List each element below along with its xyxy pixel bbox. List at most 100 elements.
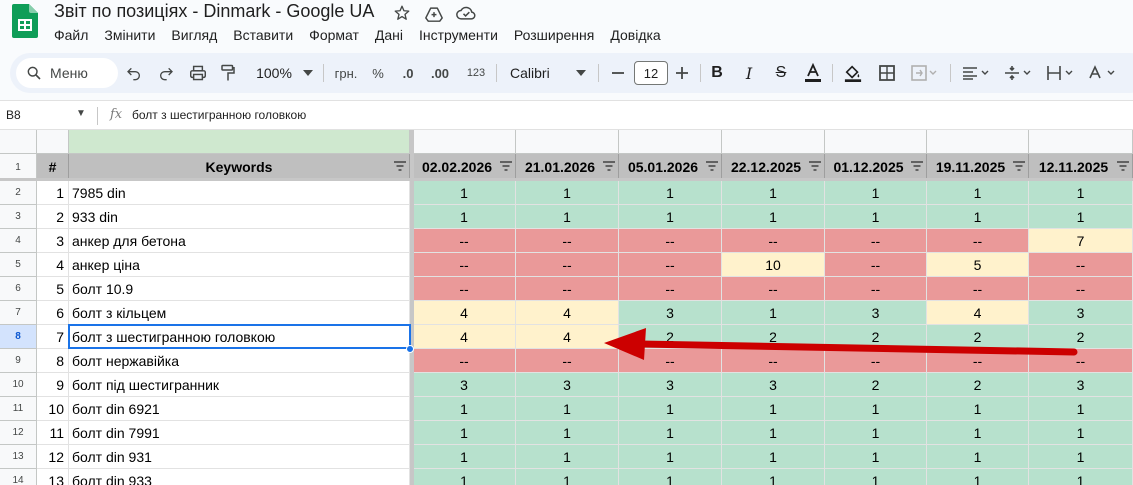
keyword-cell[interactable]: болт під шестигранник bbox=[69, 373, 410, 397]
keyword-cell[interactable]: болт din 933 bbox=[69, 469, 410, 485]
position-cell[interactable]: 3 bbox=[619, 373, 722, 397]
position-cell[interactable]: -- bbox=[619, 277, 722, 301]
zoom-caret-icon[interactable] bbox=[301, 53, 315, 93]
position-cell[interactable]: 2 bbox=[825, 325, 927, 349]
position-cell[interactable]: -- bbox=[825, 253, 927, 277]
header-cell-date[interactable]: 01.12.2025 bbox=[825, 154, 927, 181]
position-cell[interactable]: -- bbox=[722, 349, 825, 373]
sheets-logo-icon[interactable] bbox=[12, 4, 38, 38]
position-cell[interactable]: -- bbox=[722, 277, 825, 301]
position-cell[interactable]: 1 bbox=[825, 421, 927, 445]
position-cell[interactable]: 1 bbox=[722, 421, 825, 445]
row-header-9[interactable]: 9 bbox=[0, 349, 37, 373]
column-header-d[interactable] bbox=[516, 130, 619, 154]
select-all-corner[interactable] bbox=[0, 130, 37, 154]
currency-format-button[interactable]: грн. bbox=[330, 53, 362, 93]
position-cell[interactable]: 1 bbox=[927, 421, 1029, 445]
position-cell[interactable]: 10 bbox=[722, 253, 825, 277]
column-freeze-divider[interactable] bbox=[410, 130, 414, 485]
font-caret-icon[interactable] bbox=[574, 53, 588, 93]
position-cell[interactable]: 1 bbox=[413, 397, 516, 421]
header-cell-date[interactable]: 12.11.2025 bbox=[1029, 154, 1133, 181]
position-cell[interactable]: 1 bbox=[413, 469, 516, 485]
filter-icon[interactable] bbox=[706, 161, 718, 171]
keyword-cell[interactable]: болт 10.9 bbox=[69, 277, 410, 301]
position-cell[interactable]: 1 bbox=[516, 421, 619, 445]
name-box-caret-icon[interactable]: ▼ bbox=[76, 108, 86, 119]
row-number-cell[interactable]: 4 bbox=[37, 253, 69, 277]
position-cell[interactable]: 1 bbox=[516, 205, 619, 229]
filter-icon[interactable] bbox=[603, 161, 615, 171]
row-number-cell[interactable]: 9 bbox=[37, 373, 69, 397]
position-cell[interactable]: 1 bbox=[927, 205, 1029, 229]
keyword-cell[interactable]: 933 din bbox=[69, 205, 410, 229]
text-wrapping-icon[interactable] bbox=[1042, 53, 1078, 93]
header-cell-date[interactable]: 22.12.2025 bbox=[722, 154, 825, 181]
position-cell[interactable]: -- bbox=[927, 277, 1029, 301]
column-header-f[interactable] bbox=[722, 130, 825, 154]
column-header-i[interactable] bbox=[1029, 130, 1133, 154]
keyword-cell[interactable]: болт din 6921 bbox=[69, 397, 410, 421]
position-cell[interactable]: -- bbox=[516, 277, 619, 301]
position-cell[interactable]: 1 bbox=[619, 421, 722, 445]
redo-icon[interactable] bbox=[154, 53, 178, 93]
position-cell[interactable]: 1 bbox=[1029, 397, 1133, 421]
horizontal-align-icon[interactable] bbox=[958, 53, 994, 93]
position-cell[interactable]: 1 bbox=[927, 445, 1029, 469]
increase-font-size-icon[interactable] bbox=[672, 53, 692, 93]
paint-format-icon[interactable] bbox=[216, 53, 240, 93]
row-number-cell[interactable]: 12 bbox=[37, 445, 69, 469]
position-cell[interactable]: 2 bbox=[927, 325, 1029, 349]
position-cell[interactable]: 1 bbox=[516, 445, 619, 469]
position-cell[interactable]: 1 bbox=[722, 469, 825, 485]
position-cell[interactable]: 2 bbox=[722, 325, 825, 349]
fill-handle[interactable] bbox=[406, 345, 414, 353]
formula-input[interactable]: болт з шестигранною головкою bbox=[132, 108, 306, 122]
strikethrough-icon[interactable]: S bbox=[770, 53, 792, 93]
row-header-11[interactable]: 11 bbox=[0, 397, 37, 421]
position-cell[interactable]: 1 bbox=[722, 181, 825, 205]
filter-icon[interactable] bbox=[1117, 161, 1129, 171]
cloud-saved-icon[interactable] bbox=[456, 3, 476, 23]
header-cell-date[interactable]: 05.01.2026 bbox=[619, 154, 722, 181]
position-cell[interactable]: 4 bbox=[927, 301, 1029, 325]
decrease-font-size-icon[interactable] bbox=[608, 53, 628, 93]
position-cell[interactable]: 1 bbox=[927, 397, 1029, 421]
keyword-cell[interactable]: болт нержавійка bbox=[69, 349, 410, 373]
row-number-cell[interactable]: 11 bbox=[37, 421, 69, 445]
position-cell[interactable]: -- bbox=[516, 229, 619, 253]
position-cell[interactable]: 1 bbox=[722, 301, 825, 325]
position-cell[interactable]: -- bbox=[927, 229, 1029, 253]
position-cell[interactable]: -- bbox=[1029, 277, 1133, 301]
menu-file[interactable]: Файл bbox=[54, 26, 88, 44]
row-header-1[interactable]: 1 bbox=[0, 154, 37, 181]
filter-icon[interactable] bbox=[1013, 161, 1025, 171]
number-format-button[interactable]: 123 bbox=[462, 53, 490, 93]
print-icon[interactable] bbox=[186, 53, 210, 93]
position-cell[interactable]: 1 bbox=[413, 445, 516, 469]
zoom-select[interactable]: 100% bbox=[250, 53, 298, 93]
position-cell[interactable]: -- bbox=[927, 349, 1029, 373]
position-cell[interactable]: -- bbox=[516, 253, 619, 277]
position-cell[interactable]: 2 bbox=[825, 373, 927, 397]
menu-view[interactable]: Вигляд bbox=[171, 26, 217, 44]
name-box[interactable]: B8 bbox=[6, 108, 21, 122]
header-cell-date[interactable]: 19.11.2025 bbox=[927, 154, 1029, 181]
position-cell[interactable]: 1 bbox=[927, 469, 1029, 485]
row-number-cell[interactable]: 5 bbox=[37, 277, 69, 301]
position-cell[interactable]: 1 bbox=[516, 469, 619, 485]
document-title[interactable]: Звіт по позиціях - Dinmark - Google UA bbox=[54, 1, 374, 22]
position-cell[interactable]: 4 bbox=[413, 325, 516, 349]
menu-extensions[interactable]: Розширення bbox=[514, 26, 594, 44]
position-cell[interactable]: 1 bbox=[722, 445, 825, 469]
row-header-5[interactable]: 5 bbox=[0, 253, 37, 277]
row-number-cell[interactable]: 2 bbox=[37, 205, 69, 229]
column-header-h[interactable] bbox=[927, 130, 1029, 154]
bold-icon[interactable]: B bbox=[706, 53, 728, 93]
menu-format[interactable]: Формат bbox=[309, 26, 359, 44]
position-cell[interactable]: -- bbox=[413, 229, 516, 253]
row-number-cell[interactable]: 3 bbox=[37, 229, 69, 253]
keyword-cell[interactable]: болт з кільцем bbox=[69, 301, 410, 325]
vertical-align-icon[interactable] bbox=[1000, 53, 1036, 93]
filter-icon[interactable] bbox=[394, 161, 406, 171]
